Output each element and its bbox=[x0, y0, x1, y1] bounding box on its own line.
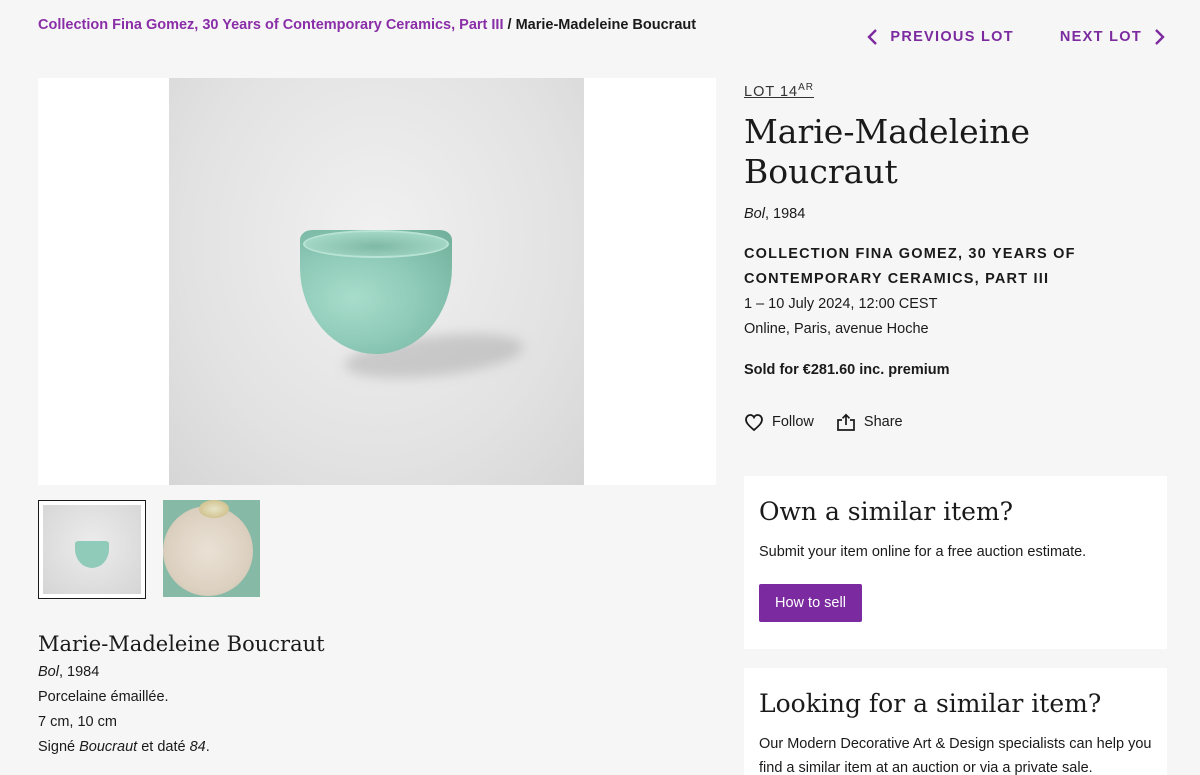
thumbnail-1-image bbox=[43, 505, 141, 594]
chevron-left-icon bbox=[867, 29, 878, 45]
sell-card: Own a similar item? Submit your item onl… bbox=[744, 476, 1167, 649]
breadcrumb-separator: / bbox=[507, 17, 512, 33]
description-dimensions: 7 cm, 10 cm bbox=[38, 714, 117, 730]
thumbnail-bowl bbox=[75, 541, 109, 568]
share-button[interactable]: Share bbox=[836, 413, 903, 432]
thumbnail-flower bbox=[199, 500, 229, 518]
how-to-sell-button[interactable]: How to sell bbox=[759, 584, 862, 622]
find-card: Looking for a similar item? Our Modern D… bbox=[744, 668, 1167, 775]
description-title: Bol, 1984 bbox=[38, 664, 100, 680]
bowl-photo bbox=[169, 78, 584, 485]
thumbnail-plate bbox=[163, 506, 253, 596]
thumbnail-1[interactable] bbox=[38, 500, 146, 599]
main-lot-image[interactable] bbox=[38, 78, 716, 485]
share-label: Share bbox=[863, 414, 903, 431]
find-card-text: Our Modern Decorative Art & Design speci… bbox=[759, 736, 1152, 775]
find-card-title: Looking for a similar item? bbox=[759, 689, 1102, 718]
thumbnail-2[interactable] bbox=[163, 500, 260, 597]
lot-description: Marie-Madeleine Boucraut Bol, 1984 Porce… bbox=[38, 630, 325, 760]
breadcrumb: Collection Fina Gomez, 30 Years of Conte… bbox=[38, 17, 696, 33]
follow-label: Follow bbox=[772, 414, 814, 431]
follow-button[interactable]: Follow bbox=[744, 413, 814, 432]
description-signature: Signé Boucraut et daté 84. bbox=[38, 739, 210, 755]
lot-subtitle: Bol, 1984 bbox=[744, 205, 806, 222]
sale-name[interactable]: COLLECTION FINA GOMEZ, 30 YEARS OF CONTE… bbox=[744, 242, 1167, 292]
lot-navigation: PREVIOUS LOT NEXT LOT bbox=[866, 28, 1166, 46]
previous-lot-button[interactable]: PREVIOUS LOT bbox=[866, 28, 1014, 46]
previous-lot-label: PREVIOUS LOT bbox=[890, 29, 1014, 45]
next-lot-label: NEXT LOT bbox=[1059, 29, 1142, 45]
sell-card-title: Own a similar item? bbox=[759, 497, 1014, 526]
share-icon bbox=[837, 413, 855, 431]
lot-number[interactable]: LOT 14AR bbox=[744, 82, 1167, 100]
heart-icon bbox=[745, 413, 763, 431]
lot-details: LOT 14AR Marie-Madeleine Boucraut Bol, 1… bbox=[744, 82, 1167, 432]
sale-location: Online, Paris, avenue Hoche bbox=[744, 320, 929, 337]
sell-card-text: Submit your item online for a free aucti… bbox=[759, 544, 1087, 560]
next-lot-button[interactable]: NEXT LOT bbox=[1060, 28, 1166, 46]
bowl-rim bbox=[303, 230, 449, 258]
description-artist: Marie-Madeleine Boucraut bbox=[38, 632, 325, 656]
lot-title: Marie-Madeleine Boucraut bbox=[744, 111, 1031, 191]
sold-price: Sold for €281.60 inc. premium bbox=[744, 361, 950, 378]
chevron-right-icon bbox=[1155, 29, 1165, 45]
description-material: Porcelaine émaillée. bbox=[38, 689, 169, 705]
breadcrumb-link-sale[interactable]: Collection Fina Gomez, 30 Years of Conte… bbox=[38, 17, 504, 33]
breadcrumb-current: Marie-Madeleine Boucraut bbox=[515, 17, 697, 33]
sale-dates: 1 – 10 July 2024, 12:00 CEST bbox=[744, 295, 938, 312]
lot-actions: Follow Share bbox=[744, 413, 1167, 432]
